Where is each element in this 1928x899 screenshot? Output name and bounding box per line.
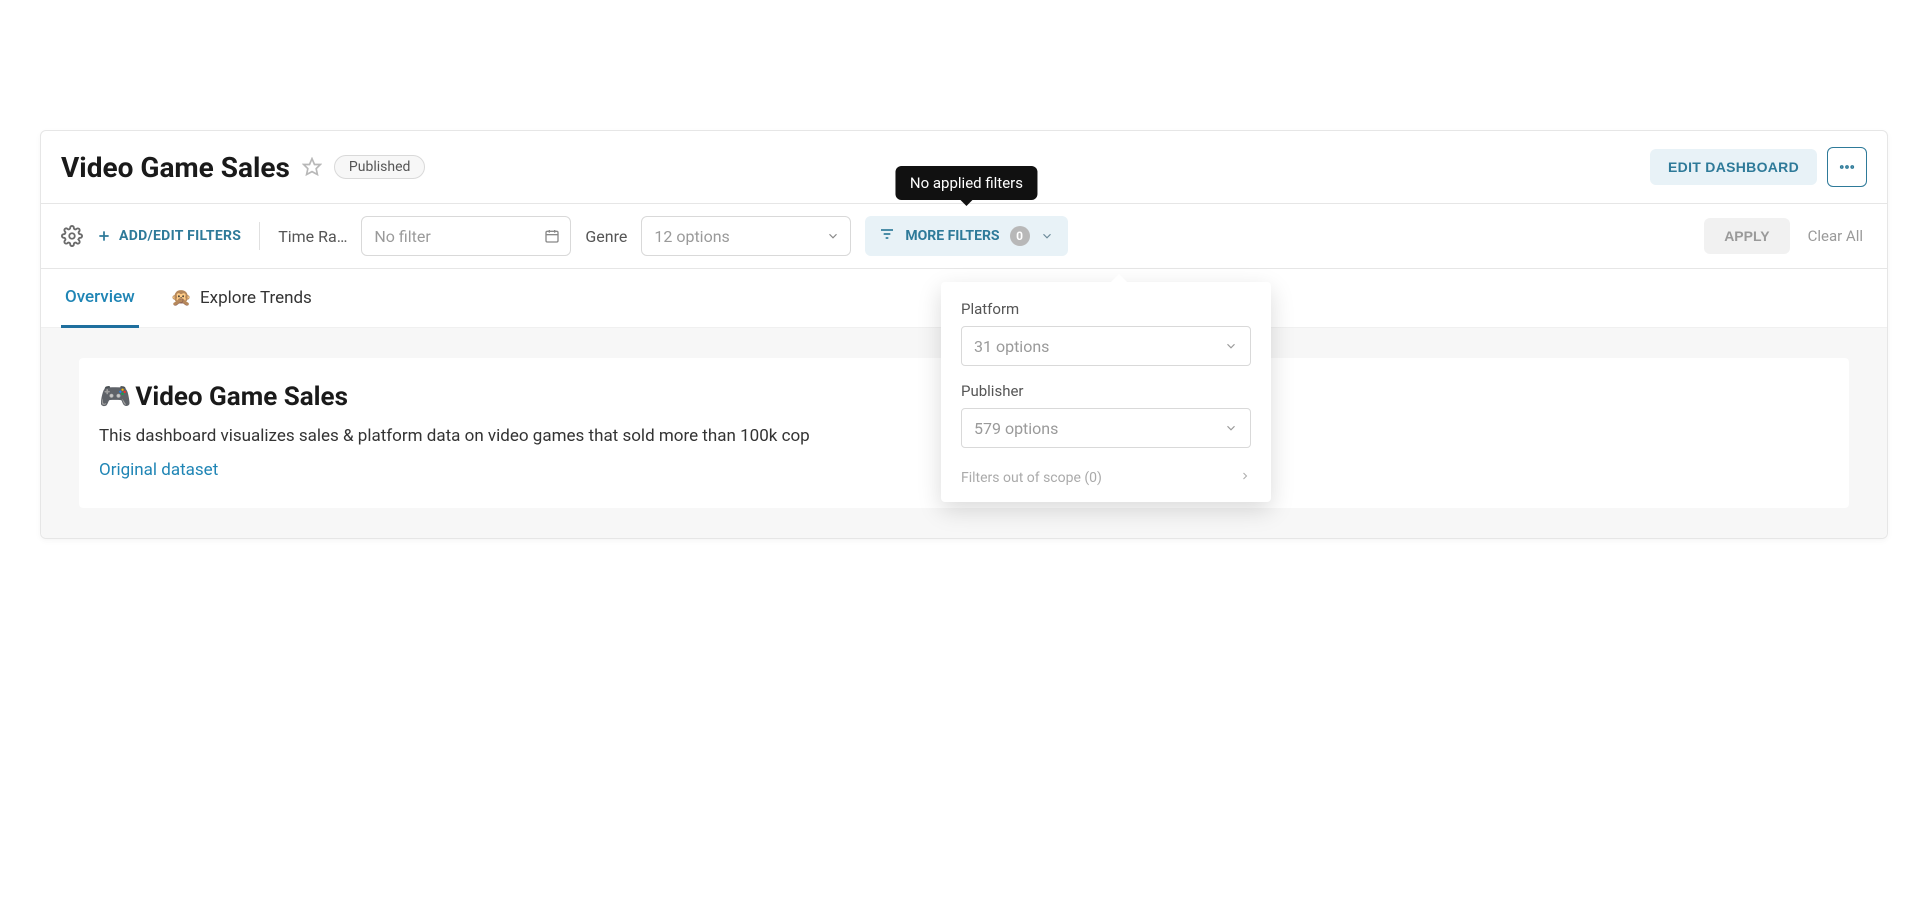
filters-out-of-scope-label: Filters out of scope (0) (961, 470, 1102, 486)
more-filters-label: MORE FILTERS (905, 228, 999, 244)
clear-all-button[interactable]: Clear All (1804, 227, 1867, 245)
genre-select[interactable]: 12 options (641, 216, 851, 256)
divider (259, 222, 260, 250)
platform-placeholder: 31 options (974, 337, 1049, 356)
more-actions-button[interactable] (1827, 147, 1867, 187)
tab-explore-trends[interactable]: 🙊 Explore Trends (167, 270, 316, 326)
filters-out-of-scope-row[interactable]: Filters out of scope (0) (961, 464, 1251, 496)
original-dataset-link[interactable]: Original dataset (99, 460, 218, 480)
platform-filter-label: Platform (961, 300, 1251, 318)
time-range-select[interactable]: No filter (361, 216, 571, 256)
time-range-label: Time Ra… (278, 227, 347, 246)
more-filters-tooltip: No applied filters (896, 166, 1037, 200)
chevron-down-icon (1224, 421, 1238, 435)
apply-button[interactable]: APPLY (1704, 218, 1789, 254)
tab-overview-label: Overview (65, 287, 135, 307)
chevron-down-icon (1224, 339, 1238, 353)
chevron-right-icon (1239, 470, 1251, 486)
more-filters-count: 0 (1010, 226, 1030, 246)
platform-select[interactable]: 31 options (961, 326, 1251, 366)
card-title-text: Video Game Sales (135, 382, 348, 412)
publisher-filter-label: Publisher (961, 382, 1251, 400)
chevron-down-icon (1040, 229, 1054, 243)
gamepad-icon: 🎮 (99, 382, 131, 412)
more-filters-popover: Platform 31 options Publisher 579 option… (941, 282, 1271, 502)
plus-icon (97, 229, 111, 243)
genre-placeholder: 12 options (654, 227, 816, 246)
chevron-down-icon (826, 229, 840, 243)
favorite-star-icon[interactable] (302, 157, 322, 177)
genre-label: Genre (585, 227, 627, 246)
tab-explore-label: Explore Trends (200, 288, 312, 308)
more-filters-button[interactable]: No applied filters MORE FILTERS 0 (865, 216, 1067, 256)
monkey-icon: 🙊 (171, 288, 192, 308)
filter-bar: ADD/EDIT FILTERS Time Ra… No filter Genr… (41, 204, 1887, 269)
filter-icon (879, 226, 895, 246)
ellipsis-icon (1838, 158, 1856, 176)
add-edit-filters-button[interactable]: ADD/EDIT FILTERS (97, 228, 241, 244)
tab-overview[interactable]: Overview (61, 269, 139, 328)
dashboard-title: Video Game Sales (61, 151, 290, 184)
calendar-icon (544, 228, 560, 244)
publisher-select[interactable]: 579 options (961, 408, 1251, 448)
add-edit-filters-label: ADD/EDIT FILTERS (119, 228, 241, 244)
status-badge: Published (334, 155, 425, 179)
gear-icon[interactable] (61, 225, 83, 247)
publisher-placeholder: 579 options (974, 419, 1058, 438)
edit-dashboard-button[interactable]: EDIT DASHBOARD (1650, 149, 1817, 185)
time-range-placeholder: No filter (374, 227, 534, 246)
